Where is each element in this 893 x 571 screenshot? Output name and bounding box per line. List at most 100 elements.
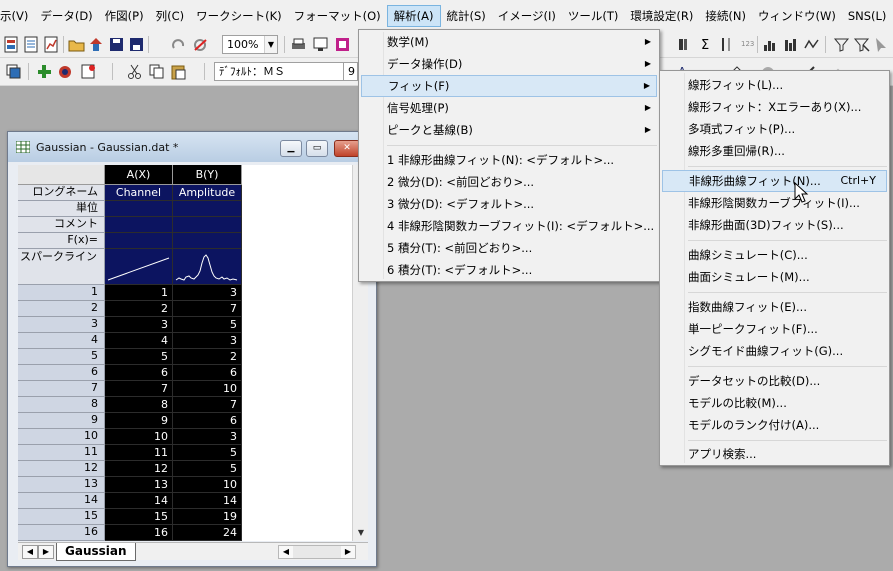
row-number[interactable]: 10 xyxy=(18,429,105,445)
new-worksheet-icon[interactable] xyxy=(23,36,40,53)
fit-item-exponential[interactable]: 指数曲線フィット(E)... xyxy=(662,296,887,318)
menu-statistics[interactable]: 統計(S) xyxy=(441,5,492,27)
cell-a[interactable]: 16 xyxy=(105,525,173,541)
menu-image[interactable]: イメージ(I) xyxy=(492,5,562,27)
cell-b[interactable]: 2 xyxy=(173,349,242,365)
row-label-formula[interactable]: F(x)= xyxy=(18,233,105,249)
cell-a[interactable]: 11 xyxy=(105,445,173,461)
corner-header[interactable] xyxy=(18,165,105,185)
formula-cell-b[interactable] xyxy=(173,233,242,249)
fit-item-rank-models[interactable]: モデルのランク付け(A)... xyxy=(662,414,887,436)
cell-b[interactable]: 3 xyxy=(173,285,242,301)
cell-b[interactable]: 5 xyxy=(173,445,242,461)
cell-b[interactable]: 10 xyxy=(173,381,242,397)
export-icon[interactable] xyxy=(334,36,351,53)
row-label-comments[interactable]: コメント xyxy=(18,217,105,233)
fit-item-sigmoidal[interactable]: シグモイド曲線フィット(G)... xyxy=(662,340,887,362)
comments-cell-a[interactable] xyxy=(105,217,173,233)
cell-a[interactable]: 1 xyxy=(105,285,173,301)
recent-item-1[interactable]: 1 非線形曲線フィット(N): <デフォルト>... xyxy=(361,149,657,171)
fit-item-single-peak[interactable]: 単一ピークフィット(F)... xyxy=(662,318,887,340)
recent-item-3[interactable]: 3 微分(D): <デフォルト>... xyxy=(361,193,657,215)
scroll-left-icon[interactable]: ◀ xyxy=(279,546,293,558)
menu-item-signal-processing[interactable]: 信号処理(P) ▶ xyxy=(361,97,657,119)
row-number[interactable]: 15 xyxy=(18,509,105,525)
save-icon[interactable] xyxy=(108,36,125,53)
fit-item-nonlinear-curve[interactable]: 非線形曲線フィット(N)... Ctrl+Y xyxy=(662,170,887,192)
cell-b[interactable]: 5 xyxy=(173,461,242,477)
font-combo[interactable]: ﾃﾞﾌｫﾙﾄ：ＭＳ xyxy=(214,62,344,81)
cell-b[interactable]: 24 xyxy=(173,525,242,541)
row-number[interactable]: 13 xyxy=(18,477,105,493)
zoom-combo[interactable]: 100% ▼ xyxy=(222,35,278,54)
paste-icon[interactable] xyxy=(170,63,187,80)
row-number[interactable]: 2 xyxy=(18,301,105,317)
fit-item-compare-datasets[interactable]: データセットの比較(D)... xyxy=(662,370,887,392)
cell-a[interactable]: 5 xyxy=(105,349,173,365)
row-number[interactable]: 16 xyxy=(18,525,105,541)
bar-plot-icon[interactable] xyxy=(783,36,800,53)
recent-item-6[interactable]: 6 積分(T): <デフォルト>... xyxy=(361,259,657,281)
cell-b[interactable]: 7 xyxy=(173,397,242,413)
cell-b[interactable]: 6 xyxy=(173,413,242,429)
cell-b[interactable]: 6 xyxy=(173,365,242,381)
menu-format[interactable]: フォーマット(O) xyxy=(288,5,387,27)
row-number[interactable]: 6 xyxy=(18,365,105,381)
cell-a[interactable]: 4 xyxy=(105,333,173,349)
new-graph-icon[interactable] xyxy=(43,36,60,53)
open-template-icon[interactable] xyxy=(88,36,105,53)
filter-icon[interactable] xyxy=(833,36,850,53)
sort-icon[interactable] xyxy=(718,36,735,53)
scroll-down-icon[interactable]: ▼ xyxy=(353,525,369,541)
units-cell-b[interactable] xyxy=(173,201,242,217)
row-number[interactable]: 9 xyxy=(18,413,105,429)
row-number[interactable]: 8 xyxy=(18,397,105,413)
recent-item-4[interactable]: 4 非線形陰関数カーブフィット(I): <デフォルト>... xyxy=(361,215,657,237)
duplicate-window-icon[interactable] xyxy=(5,63,22,80)
column-plot-icon[interactable] xyxy=(762,36,779,53)
add-column-icon[interactable] xyxy=(36,63,53,80)
menu-data[interactable]: データ(D) xyxy=(34,5,98,27)
row-number[interactable]: 7 xyxy=(18,381,105,397)
comments-cell-b[interactable] xyxy=(173,217,242,233)
row-label-units[interactable]: 単位 xyxy=(18,201,105,217)
print-icon[interactable] xyxy=(290,36,307,53)
copy-page-icon[interactable] xyxy=(312,36,329,53)
cell-a[interactable]: 14 xyxy=(105,493,173,509)
minimize-button[interactable]: ▁ xyxy=(280,140,302,157)
sheet-tab[interactable]: Gaussian xyxy=(56,543,136,561)
worksheet-options-icon[interactable] xyxy=(80,63,97,80)
scroll-right-icon[interactable]: ▶ xyxy=(341,546,355,558)
restore-button[interactable]: ▭ xyxy=(306,140,328,157)
row-number[interactable]: 11 xyxy=(18,445,105,461)
statistics-icon[interactable] xyxy=(677,36,694,53)
fit-item-simulate-surface[interactable]: 曲面シミュレート(M)... xyxy=(662,266,887,288)
row-number[interactable]: 5 xyxy=(18,349,105,365)
tab-prev-icon[interactable]: ◀ xyxy=(22,545,38,559)
menu-item-math[interactable]: 数学(M) ▶ xyxy=(361,31,657,53)
fit-item-simulate-curve[interactable]: 曲線シミュレート(C)... xyxy=(662,244,887,266)
add-sheet-icon[interactable] xyxy=(57,63,74,80)
fit-item-app-search[interactable]: アプリ検索... xyxy=(662,443,887,465)
font-size-combo[interactable]: 9 xyxy=(344,62,358,81)
cell-a[interactable]: 12 xyxy=(105,461,173,477)
cell-b[interactable]: 10 xyxy=(173,477,242,493)
cell-a[interactable]: 2 xyxy=(105,301,173,317)
menu-item-peaks-baseline[interactable]: ピークと基線(B) ▶ xyxy=(361,119,657,141)
tab-next-icon[interactable]: ▶ xyxy=(38,545,54,559)
close-button[interactable]: ✕ xyxy=(334,140,360,157)
row-number[interactable]: 3 xyxy=(18,317,105,333)
fit-item-nonlinear-surface[interactable]: 非線形曲面(3D)フィット(S)... xyxy=(662,214,887,236)
menu-plot[interactable]: 作図(P) xyxy=(99,5,150,27)
cell-a[interactable]: 8 xyxy=(105,397,173,413)
recalculate-icon[interactable] xyxy=(192,36,209,53)
row-label-long-name[interactable]: ロングネーム xyxy=(18,185,105,201)
cell-b[interactable]: 3 xyxy=(173,429,242,445)
menu-tools[interactable]: ツール(T) xyxy=(562,5,625,27)
row-label-sparklines[interactable]: スパークライン xyxy=(18,249,105,285)
menu-window[interactable]: ウィンドウ(W) xyxy=(752,5,842,27)
menu-preferences[interactable]: 環境設定(R) xyxy=(624,5,699,27)
new-project-icon[interactable] xyxy=(3,36,20,53)
empty-grid-area[interactable] xyxy=(242,165,352,541)
recent-item-2[interactable]: 2 微分(D): <前回どおり>... xyxy=(361,171,657,193)
